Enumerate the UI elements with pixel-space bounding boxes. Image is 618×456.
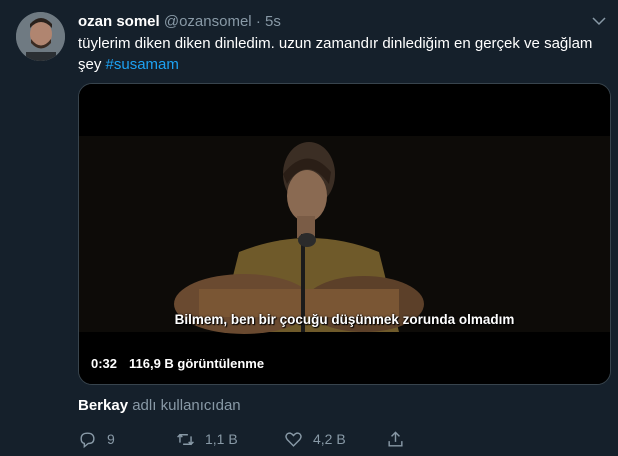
separator-dot: · bbox=[255, 13, 261, 30]
social-context: Berkay adlı kullanıcıdan bbox=[78, 396, 241, 416]
share-icon bbox=[388, 430, 403, 447]
caret-down-icon[interactable] bbox=[590, 12, 608, 30]
reply-count: 9 bbox=[107, 431, 115, 447]
retweet-count: 1,1 B bbox=[205, 431, 238, 447]
share-button[interactable] bbox=[386, 428, 415, 450]
reply-icon bbox=[80, 431, 95, 448]
tweet-timestamp[interactable]: 5s bbox=[265, 13, 281, 30]
video-duration-badge: 0:32 bbox=[86, 354, 123, 374]
social-context-user[interactable]: Berkay bbox=[78, 397, 128, 414]
video-player[interactable]: Bilmem, ben bir çocuğu düşünmek zorunda … bbox=[78, 83, 611, 385]
hashtag-link[interactable]: #susamam bbox=[106, 56, 179, 73]
tweet-header: ozan somel @ozansomel · 5s bbox=[78, 12, 578, 32]
retweet-icon bbox=[177, 433, 194, 445]
like-count: 4,2 B bbox=[313, 431, 346, 447]
like-button[interactable]: 4,2 B bbox=[284, 428, 346, 450]
avatar[interactable] bbox=[16, 12, 65, 61]
social-context-label: adlı kullanıcıdan bbox=[132, 397, 241, 414]
tweet-actions: 9 1,1 B 4,2 B bbox=[78, 428, 408, 450]
video-frame bbox=[79, 84, 610, 384]
author-handle[interactable]: @ozansomel bbox=[164, 13, 252, 30]
like-icon bbox=[285, 431, 302, 447]
video-views-badge: 116,9 B görüntülenme bbox=[124, 354, 270, 374]
tweet-text: tüylerim diken diken dinledim. uzun zama… bbox=[78, 33, 598, 75]
avatar-image bbox=[16, 12, 65, 61]
author-name[interactable]: ozan somel bbox=[78, 13, 160, 30]
reply-button[interactable]: 9 bbox=[78, 428, 115, 450]
retweet-button[interactable]: 1,1 B bbox=[176, 428, 238, 450]
video-subtitle: Bilmem, ben bir çocuğu düşünmek zorunda … bbox=[174, 312, 515, 327]
